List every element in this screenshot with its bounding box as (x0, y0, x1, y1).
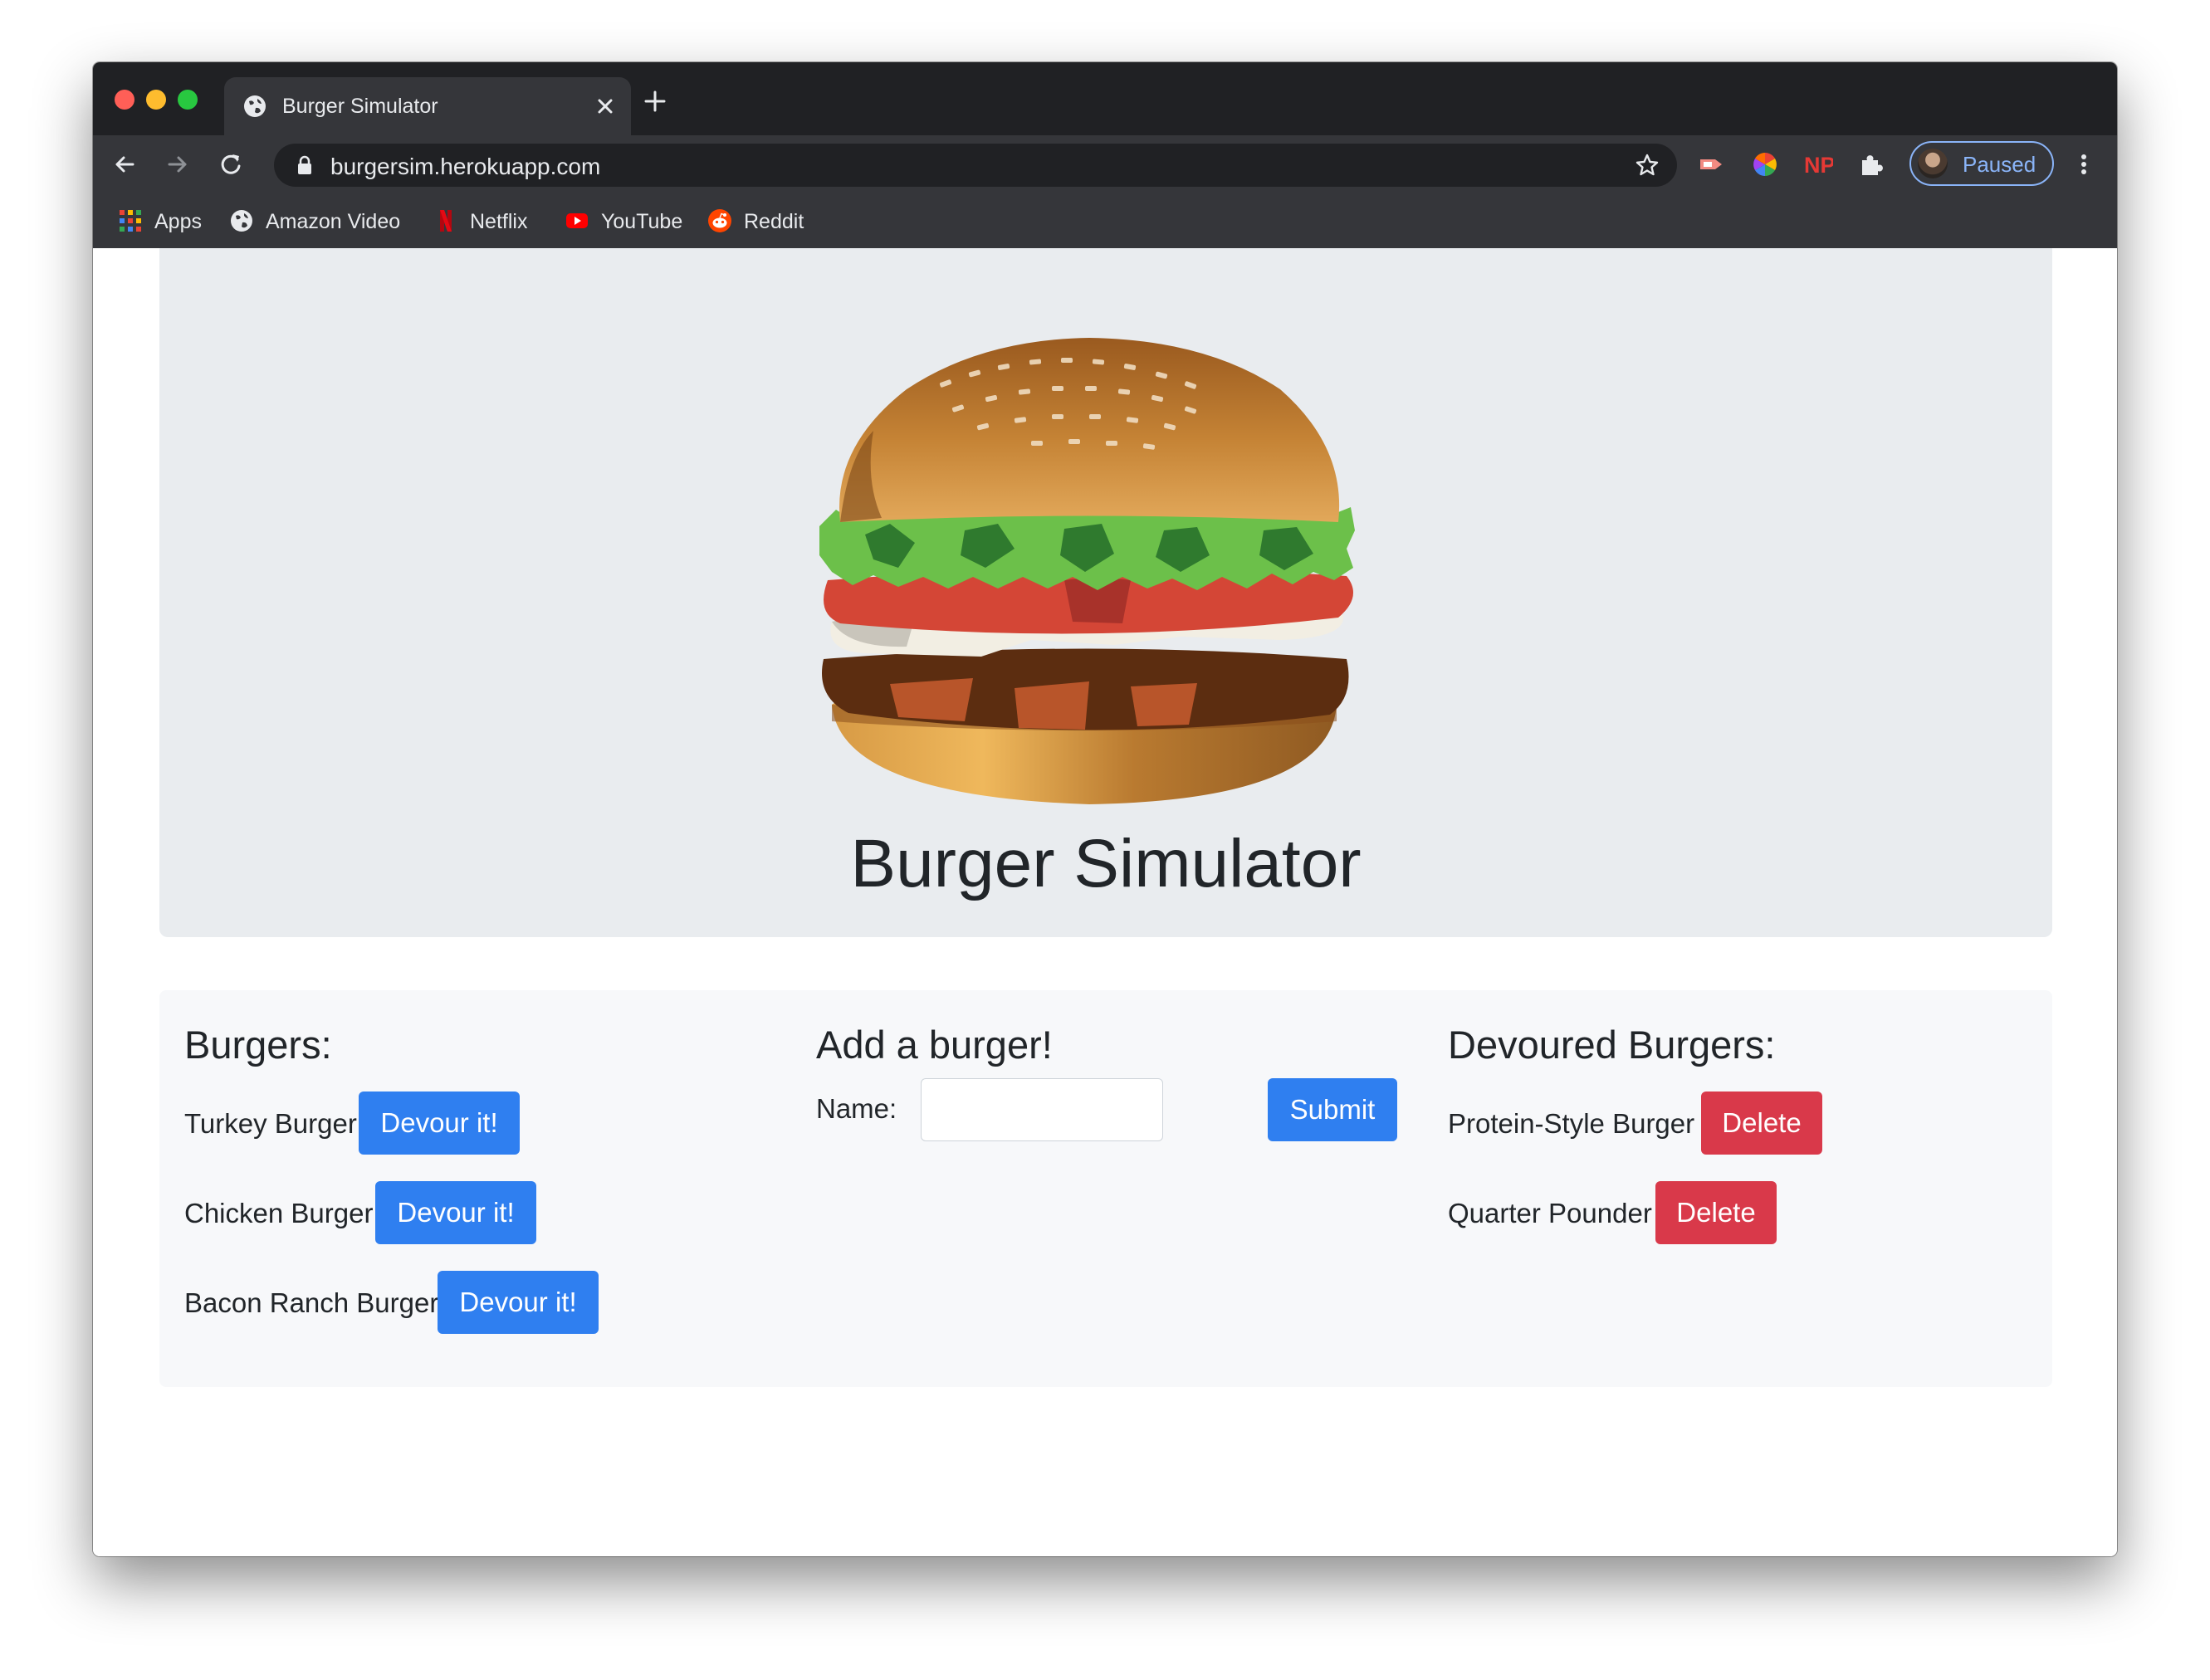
back-arrow-icon[interactable] (110, 149, 139, 179)
more-menu-icon[interactable] (2069, 149, 2099, 179)
name-label: Name: (816, 1093, 897, 1124)
devour-button[interactable]: Devour it! (375, 1181, 536, 1244)
screencast-extension-icon[interactable] (1697, 149, 1727, 179)
color-wheel-extension-icon[interactable] (1750, 149, 1780, 179)
add-burger-heading: Add a burger! (816, 1023, 1053, 1067)
maximize-window-button[interactable] (178, 90, 198, 110)
devour-button[interactable]: Devour it! (438, 1271, 599, 1334)
browser-toolbar: burgersim.herokuapp.com NP Paused (93, 135, 2117, 193)
forward-arrow-icon[interactable] (163, 149, 193, 179)
new-tab-icon[interactable] (641, 87, 669, 115)
reddit-icon (708, 209, 731, 232)
devoured-burger-name: Protein-Style Burger (1448, 1108, 1695, 1139)
extensions-puzzle-icon[interactable] (1856, 149, 1886, 179)
delete-button[interactable]: Delete (1701, 1092, 1822, 1155)
bookmark-label: Reddit (744, 210, 804, 233)
burger-name: Bacon Ranch Burger (184, 1287, 439, 1318)
tab-title: Burger Simulator (282, 95, 438, 118)
burger-panel: Burgers: Turkey Burger Devour it! Chicke… (159, 990, 2052, 1387)
devoured-burger-name: Quarter Pounder (1448, 1198, 1652, 1228)
apps-grid-icon (120, 210, 141, 232)
minimize-window-button[interactable] (146, 90, 166, 110)
burger-name: Chicken Burger (184, 1198, 374, 1228)
lock-icon[interactable] (296, 155, 314, 175)
np-extension-icon[interactable]: NP (1803, 149, 1833, 179)
globe-icon (244, 95, 266, 117)
browser-tab[interactable]: Burger Simulator (224, 77, 631, 135)
netflix-icon (440, 210, 452, 232)
burger-name: Turkey Burger (184, 1108, 357, 1139)
address-bar[interactable]: burgersim.herokuapp.com (274, 144, 1677, 187)
page-content: Burger Simulator Burgers: Turkey Burger … (93, 248, 2117, 1556)
bookmark-label: Apps (154, 210, 202, 233)
bookmark-label: Netflix (470, 210, 528, 233)
svg-text:NP: NP (1804, 153, 1833, 178)
profile-status-label: Paused (1963, 152, 2036, 177)
globe-icon (231, 210, 252, 232)
delete-button[interactable]: Delete (1655, 1181, 1777, 1244)
bookmark-label: Amazon Video (266, 210, 401, 233)
devoured-heading: Devoured Burgers: (1448, 1023, 1776, 1067)
profile-button[interactable]: Paused (1909, 141, 2054, 186)
jumbotron-header: Burger Simulator (159, 248, 2052, 937)
bookmark-label: YouTube (601, 210, 683, 233)
bookmark-star-icon[interactable] (1634, 152, 1660, 178)
devour-button[interactable]: Devour it! (359, 1092, 520, 1155)
avatar (1918, 149, 1948, 178)
youtube-icon (566, 213, 588, 228)
tab-strip: Burger Simulator (93, 62, 2117, 135)
url-text[interactable]: burgersim.herokuapp.com (330, 154, 600, 180)
close-window-button[interactable] (115, 90, 134, 110)
burgers-heading: Burgers: (184, 1023, 332, 1067)
reload-icon[interactable] (216, 149, 246, 179)
burger-name-input[interactable] (921, 1078, 1163, 1141)
bookmarks-bar: Apps Amazon Video Netflix YouTube Reddit (93, 193, 2117, 248)
burger-illustration (819, 338, 1355, 804)
close-tab-icon[interactable] (591, 92, 619, 120)
page-title: Burger Simulator (850, 826, 1362, 901)
browser-window: Burger Simulator burgersim.herokuapp.com (93, 62, 2117, 1556)
submit-button[interactable]: Submit (1268, 1078, 1397, 1141)
